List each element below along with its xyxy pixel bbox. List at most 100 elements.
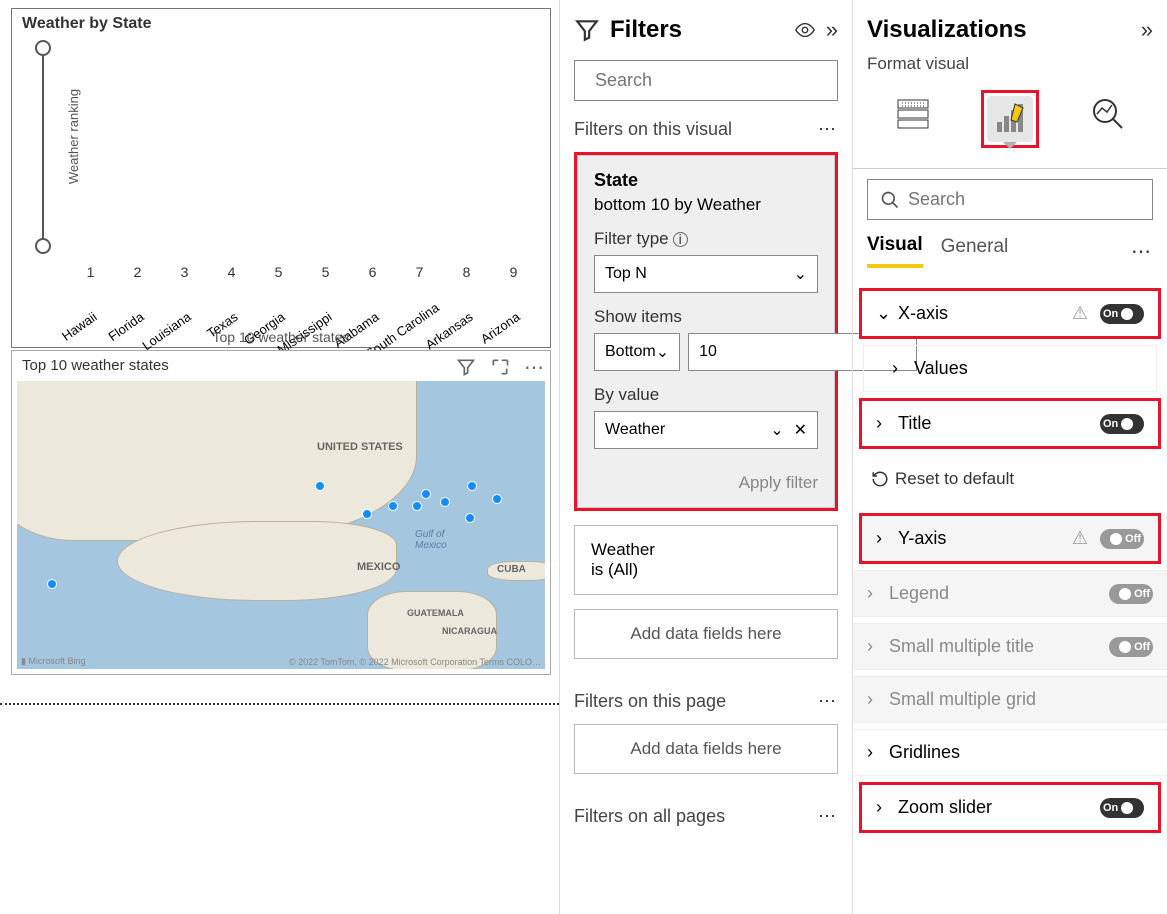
filters-search-box[interactable] bbox=[574, 60, 838, 101]
bar-mississippi[interactable]: 5Mississippi bbox=[305, 264, 346, 282]
add-fields-page[interactable]: Add data fields here bbox=[574, 724, 838, 774]
warning-icon: ⚠ bbox=[1072, 303, 1088, 324]
chevron-right-icon: › bbox=[876, 797, 892, 818]
clear-icon[interactable]: ✕ bbox=[794, 420, 807, 440]
apply-filter-button[interactable]: Apply filter bbox=[594, 463, 818, 493]
chart-title: Weather by State bbox=[12, 9, 550, 39]
prop-zoom-slider[interactable]: › Zoom slider On bbox=[862, 785, 1158, 830]
prop-title[interactable]: › Title On bbox=[862, 401, 1158, 446]
viz-subtitle: Format visual bbox=[853, 54, 1167, 74]
map-body[interactable]: UNITED STATES MEXICO CUBA GUATEMALA NICA… bbox=[17, 381, 545, 669]
show-direction-select[interactable]: Bottom⌄ bbox=[594, 333, 680, 371]
bar-arkansas[interactable]: 8Arkansas bbox=[446, 264, 487, 282]
map-label-mex: MEXICO bbox=[357, 561, 400, 573]
filter-field-weather: Weather bbox=[591, 540, 821, 560]
filters-visual-header: Filters on this visual bbox=[574, 119, 732, 140]
bar-value: 1 bbox=[87, 264, 95, 280]
by-value-select[interactable]: Weather⌄✕ bbox=[594, 411, 818, 449]
by-value-label: By value bbox=[594, 385, 818, 405]
analytics-mode[interactable] bbox=[1084, 90, 1130, 136]
report-canvas: Weather by State Weather ranking 1Hawaii… bbox=[0, 0, 559, 914]
bar-chart-visual[interactable]: Weather by State Weather ranking 1Hawaii… bbox=[11, 8, 551, 348]
range-handle-top[interactable] bbox=[35, 40, 51, 56]
info-icon[interactable]: i bbox=[673, 232, 688, 247]
x-axis-label: Top 10 weather states bbox=[12, 329, 550, 345]
filter-type-select[interactable]: Top N⌄ bbox=[594, 255, 818, 293]
more-icon[interactable]: ⋯ bbox=[818, 119, 838, 140]
prop-x-axis[interactable]: ⌄ X-axis ⚠ On bbox=[862, 291, 1158, 336]
focus-mode-icon[interactable] bbox=[488, 355, 512, 379]
viz-search-input[interactable] bbox=[908, 189, 1140, 210]
viz-search-box[interactable] bbox=[867, 179, 1153, 220]
filters-all-header: Filters on all pages bbox=[574, 806, 725, 827]
chevron-right-icon: › bbox=[892, 358, 908, 379]
bar-alabama[interactable]: 6Alabama bbox=[352, 264, 393, 282]
prop-values[interactable]: › Values bbox=[863, 345, 1157, 392]
search-icon bbox=[880, 190, 900, 210]
prop-legend: › Legend Off bbox=[853, 570, 1167, 617]
page-divider bbox=[0, 703, 559, 705]
tab-more-icon[interactable]: ⋯ bbox=[1131, 239, 1153, 264]
collapse-pane-icon[interactable]: » bbox=[826, 17, 838, 43]
toggle-x-axis[interactable]: On bbox=[1100, 304, 1144, 324]
format-visual-mode[interactable] bbox=[987, 96, 1033, 142]
visualizations-pane: Visualizations » Format visual Visual Ge… bbox=[852, 0, 1167, 914]
attrib-bing: ▮ Microsoft Bing bbox=[21, 656, 85, 667]
toggle-y-axis[interactable]: Off bbox=[1100, 529, 1144, 549]
prop-y-axis[interactable]: › Y-axis ⚠ Off bbox=[862, 516, 1158, 561]
prop-gridlines[interactable]: › Gridlines bbox=[853, 729, 1167, 776]
chevron-down-icon: ⌄ bbox=[794, 264, 807, 284]
filter-card-weather[interactable]: Weather is (All) bbox=[574, 525, 838, 595]
more-icon[interactable]: ⋯ bbox=[818, 806, 838, 827]
toggle-title[interactable]: On bbox=[1100, 414, 1144, 434]
attrib-tomtom: © 2022 TomTom, © 2022 Microsoft Corporat… bbox=[289, 657, 541, 667]
more-options-icon[interactable]: ⋯ bbox=[522, 355, 546, 379]
chevron-right-icon: › bbox=[876, 528, 892, 549]
map-label-cuba: CUBA bbox=[497, 564, 526, 575]
filter-icon[interactable] bbox=[454, 355, 478, 379]
chevron-right-icon: › bbox=[867, 689, 883, 710]
bar-value: 3 bbox=[181, 264, 189, 280]
bar-louisiana[interactable]: 3Louisiana bbox=[164, 264, 205, 282]
bar-arizona[interactable]: 9Arizona bbox=[493, 264, 534, 282]
toggle-legend: Off bbox=[1109, 584, 1153, 604]
bar-south-carolina[interactable]: 7South Carolina bbox=[399, 264, 440, 282]
bar-value: 2 bbox=[134, 264, 142, 280]
viz-pane-title: Visualizations bbox=[867, 16, 1131, 44]
bar-texas[interactable]: 4Texas bbox=[211, 264, 252, 282]
bar-value: 9 bbox=[510, 264, 518, 280]
collapse-pane-icon[interactable]: » bbox=[1141, 17, 1153, 43]
bar-hawaii[interactable]: 1Hawaii bbox=[70, 264, 111, 282]
filter-card-state[interactable]: State bottom 10 by Weather Filter type i… bbox=[577, 155, 835, 508]
map-label-gulf: Gulf of Mexico bbox=[415, 529, 447, 551]
bar-florida[interactable]: 2Florida bbox=[117, 264, 158, 282]
bar-value: 7 bbox=[416, 264, 424, 280]
chevron-down-icon: ⌄ bbox=[770, 420, 783, 440]
filters-pane-title: Filters bbox=[610, 16, 784, 44]
build-visual-mode[interactable] bbox=[890, 90, 936, 136]
tab-visual[interactable]: Visual bbox=[867, 234, 923, 268]
tab-general[interactable]: General bbox=[941, 236, 1009, 266]
filter-field-name: State bbox=[594, 170, 818, 191]
chevron-right-icon: › bbox=[867, 742, 883, 763]
chevron-right-icon: › bbox=[876, 413, 892, 434]
chart-plot-area: 1Hawaii 2Florida 3Louisiana 4Texas 5Georgia 5… bbox=[64, 59, 540, 282]
toggle-zoom[interactable]: On bbox=[1100, 798, 1144, 818]
bar-georgia[interactable]: 5Georgia bbox=[258, 264, 299, 282]
chevron-down-icon: ⌄ bbox=[656, 342, 669, 362]
bar-value: 6 bbox=[369, 264, 377, 280]
more-icon[interactable]: ⋯ bbox=[818, 691, 838, 712]
bar-value: 8 bbox=[463, 264, 471, 280]
show-items-label: Show items bbox=[594, 307, 818, 327]
add-fields-visual[interactable]: Add data fields here bbox=[574, 609, 838, 659]
filter-pane-icon bbox=[574, 17, 600, 43]
reset-to-default[interactable]: Reset to default bbox=[853, 453, 1167, 509]
map-visual[interactable]: Top 10 weather states ⋯ UNITED STATES ME… bbox=[11, 350, 551, 675]
bar-value: 5 bbox=[322, 264, 330, 280]
toggle-smt: Off bbox=[1109, 637, 1153, 657]
chevron-down-icon: ⌄ bbox=[876, 303, 892, 324]
reset-icon bbox=[871, 470, 889, 488]
filters-search-input[interactable] bbox=[595, 70, 827, 91]
eye-icon[interactable] bbox=[794, 19, 816, 41]
range-handle-bottom[interactable] bbox=[35, 238, 51, 254]
